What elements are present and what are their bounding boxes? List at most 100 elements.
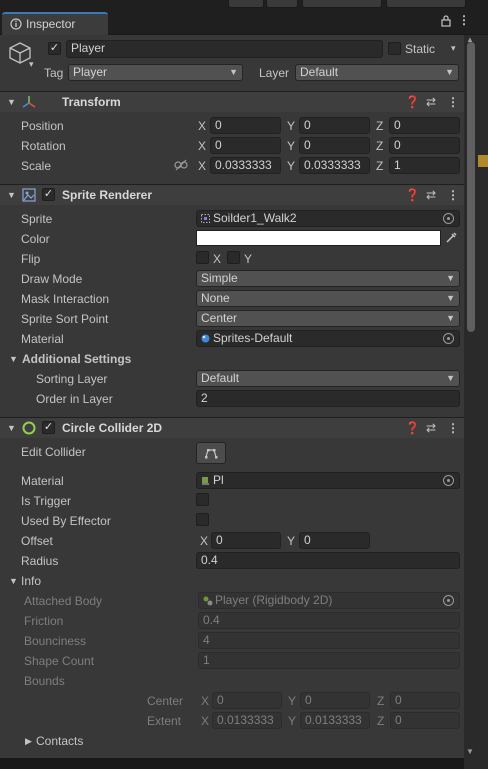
axis-z-label: Z <box>377 714 385 728</box>
axis-x-label: X <box>201 714 210 728</box>
edit-collider-button[interactable] <box>196 442 226 464</box>
position-z-field[interactable]: 0 <box>389 117 460 134</box>
center-label: Center <box>147 694 184 708</box>
sort-point-value: Center <box>201 311 238 325</box>
axis-x-label: X <box>201 694 210 708</box>
transform-axes-icon <box>22 96 36 108</box>
top-toolbar-strip <box>0 0 488 10</box>
info-collapse-arrow-icon[interactable]: ▼ <box>9 576 18 586</box>
search-button[interactable] <box>266 0 298 8</box>
eyedropper-icon[interactable] <box>445 231 458 244</box>
layer-dropdown[interactable]: Default ▼ <box>295 64 459 81</box>
scale-y-field[interactable]: 0.0333333 <box>299 157 370 174</box>
link-icon[interactable] <box>174 159 188 171</box>
sprite-renderer-icon <box>22 188 36 202</box>
help-icon[interactable]: ❓ <box>405 188 420 202</box>
icon-dropdown-arrow[interactable]: ▾ <box>29 59 34 70</box>
position-x-field[interactable]: 0 <box>210 117 281 134</box>
mask-interaction-value: None <box>201 291 230 305</box>
sprite-material-value: Sprites-Default <box>213 331 293 345</box>
sorting-layer-dropdown[interactable]: Default ▼ <box>196 370 460 387</box>
scale-z-field[interactable]: 1 <box>389 157 460 174</box>
color-swatch[interactable] <box>196 230 441 246</box>
attached-body-value: Player (Rigidbody 2D) <box>215 593 333 607</box>
is-trigger-checkbox[interactable] <box>196 493 209 506</box>
additional-settings-arrow-icon[interactable]: ▼ <box>9 354 18 364</box>
static-checkbox[interactable] <box>388 42 401 55</box>
sorting-layer-value: Default <box>201 371 240 385</box>
scrollbar-thumb[interactable] <box>467 42 475 332</box>
object-picker-icon[interactable] <box>443 333 454 344</box>
chevron-down-icon: ▼ <box>446 373 455 383</box>
axis-y-label: Y <box>288 694 297 708</box>
offset-label: Offset <box>21 534 53 548</box>
layer-label: Layer <box>259 66 290 80</box>
collapse-arrow-icon[interactable]: ▼ <box>7 423 16 433</box>
object-name-field[interactable]: Player <box>66 40 383 58</box>
sprite-label: Sprite <box>21 212 53 226</box>
offset-y-field[interactable]: 0 <box>299 532 370 549</box>
preset-icon[interactable]: ⇄ <box>426 95 436 109</box>
collapse-arrow-icon[interactable]: ▼ <box>7 97 16 107</box>
circle-collider-icon <box>22 421 36 435</box>
object-picker-icon <box>443 595 454 606</box>
tag-dropdown[interactable]: Player ▼ <box>68 64 243 81</box>
contacts-label[interactable]: Contacts <box>36 734 83 748</box>
flip-y-checkbox[interactable] <box>227 251 240 264</box>
collider-material-field[interactable]: Pl <box>196 472 460 489</box>
component-menu-icon[interactable]: ⋮ <box>447 188 459 202</box>
rotation-z-field[interactable]: 0 <box>389 137 460 154</box>
order-in-layer-field[interactable]: 2 <box>196 390 460 407</box>
friction-field: 0.4 <box>198 612 460 629</box>
sprite-field[interactable]: Soilder1_Walk2 <box>196 210 460 227</box>
circle-collider-header[interactable]: ▼ ✓ Circle Collider 2D ❓ ⇄ ⋮ <box>0 417 464 438</box>
contacts-expand-arrow-icon[interactable]: ▶ <box>25 736 32 747</box>
position-y-field[interactable]: 0 <box>299 117 370 134</box>
flip-x-checkbox[interactable] <box>196 251 209 264</box>
tab-menu-icon[interactable]: ⋮ <box>458 13 470 27</box>
layout-dropdown[interactable] <box>386 0 466 8</box>
sprite-renderer-enabled-checkbox[interactable]: ✓ <box>42 188 55 201</box>
mask-interaction-label: Mask Interaction <box>21 292 110 306</box>
transform-header[interactable]: ▼ Transform ❓ ⇄ ⋮ <box>0 91 464 112</box>
tab-inspector[interactable]: Inspector <box>2 12 108 35</box>
rotation-label: Rotation <box>21 139 66 153</box>
rotation-y-field[interactable]: 0 <box>299 137 370 154</box>
sprite-renderer-header[interactable]: ▼ ✓ Sprite Renderer ❓ ⇄ ⋮ <box>0 184 464 205</box>
draw-mode-label: Draw Mode <box>21 272 83 286</box>
attached-body-field: Player (Rigidbody 2D) <box>198 592 460 609</box>
sprite-value: Soilder1_Walk2 <box>213 211 297 225</box>
tag-label: Tag <box>44 66 64 80</box>
active-checkbox[interactable]: ✓ <box>48 42 61 55</box>
preset-icon[interactable]: ⇄ <box>426 421 436 435</box>
axis-y-label: Y <box>287 119 296 133</box>
collapse-arrow-icon[interactable]: ▼ <box>7 190 16 200</box>
preset-icon[interactable]: ⇄ <box>426 188 436 202</box>
offset-x-field[interactable]: 0 <box>211 532 281 549</box>
scale-x-field[interactable]: 0.0333333 <box>210 157 281 174</box>
scroll-down-arrow-icon[interactable]: ▼ <box>466 747 474 756</box>
history-button[interactable] <box>228 0 264 8</box>
used-by-effector-label: Used By Effector <box>21 514 111 528</box>
object-picker-icon[interactable] <box>443 475 454 486</box>
help-icon[interactable]: ❓ <box>405 95 420 109</box>
info-label[interactable]: Info <box>21 574 41 588</box>
component-menu-icon[interactable]: ⋮ <box>447 95 459 109</box>
additional-settings-label[interactable]: Additional Settings <box>22 352 131 366</box>
rotation-x-field[interactable]: 0 <box>210 137 281 154</box>
sprite-material-field[interactable]: Sprites-Default <box>196 330 460 347</box>
sort-point-dropdown[interactable]: Center ▼ <box>196 310 460 327</box>
draw-mode-dropdown[interactable]: Simple ▼ <box>196 270 460 287</box>
help-icon[interactable]: ❓ <box>405 421 420 435</box>
component-menu-icon[interactable]: ⋮ <box>447 421 459 435</box>
mask-interaction-dropdown[interactable]: None ▼ <box>196 290 460 307</box>
axis-x-label: X <box>200 534 209 548</box>
layers-dropdown[interactable] <box>302 0 382 8</box>
lock-icon[interactable] <box>440 15 452 27</box>
used-by-effector-checkbox[interactable] <box>196 513 209 526</box>
static-dropdown-arrow[interactable]: ▾ <box>451 43 456 54</box>
object-picker-icon[interactable] <box>443 213 454 224</box>
axis-x-label: X <box>198 159 207 173</box>
radius-field[interactable]: 0.4 <box>196 552 460 569</box>
circle-collider-enabled-checkbox[interactable]: ✓ <box>42 421 55 434</box>
